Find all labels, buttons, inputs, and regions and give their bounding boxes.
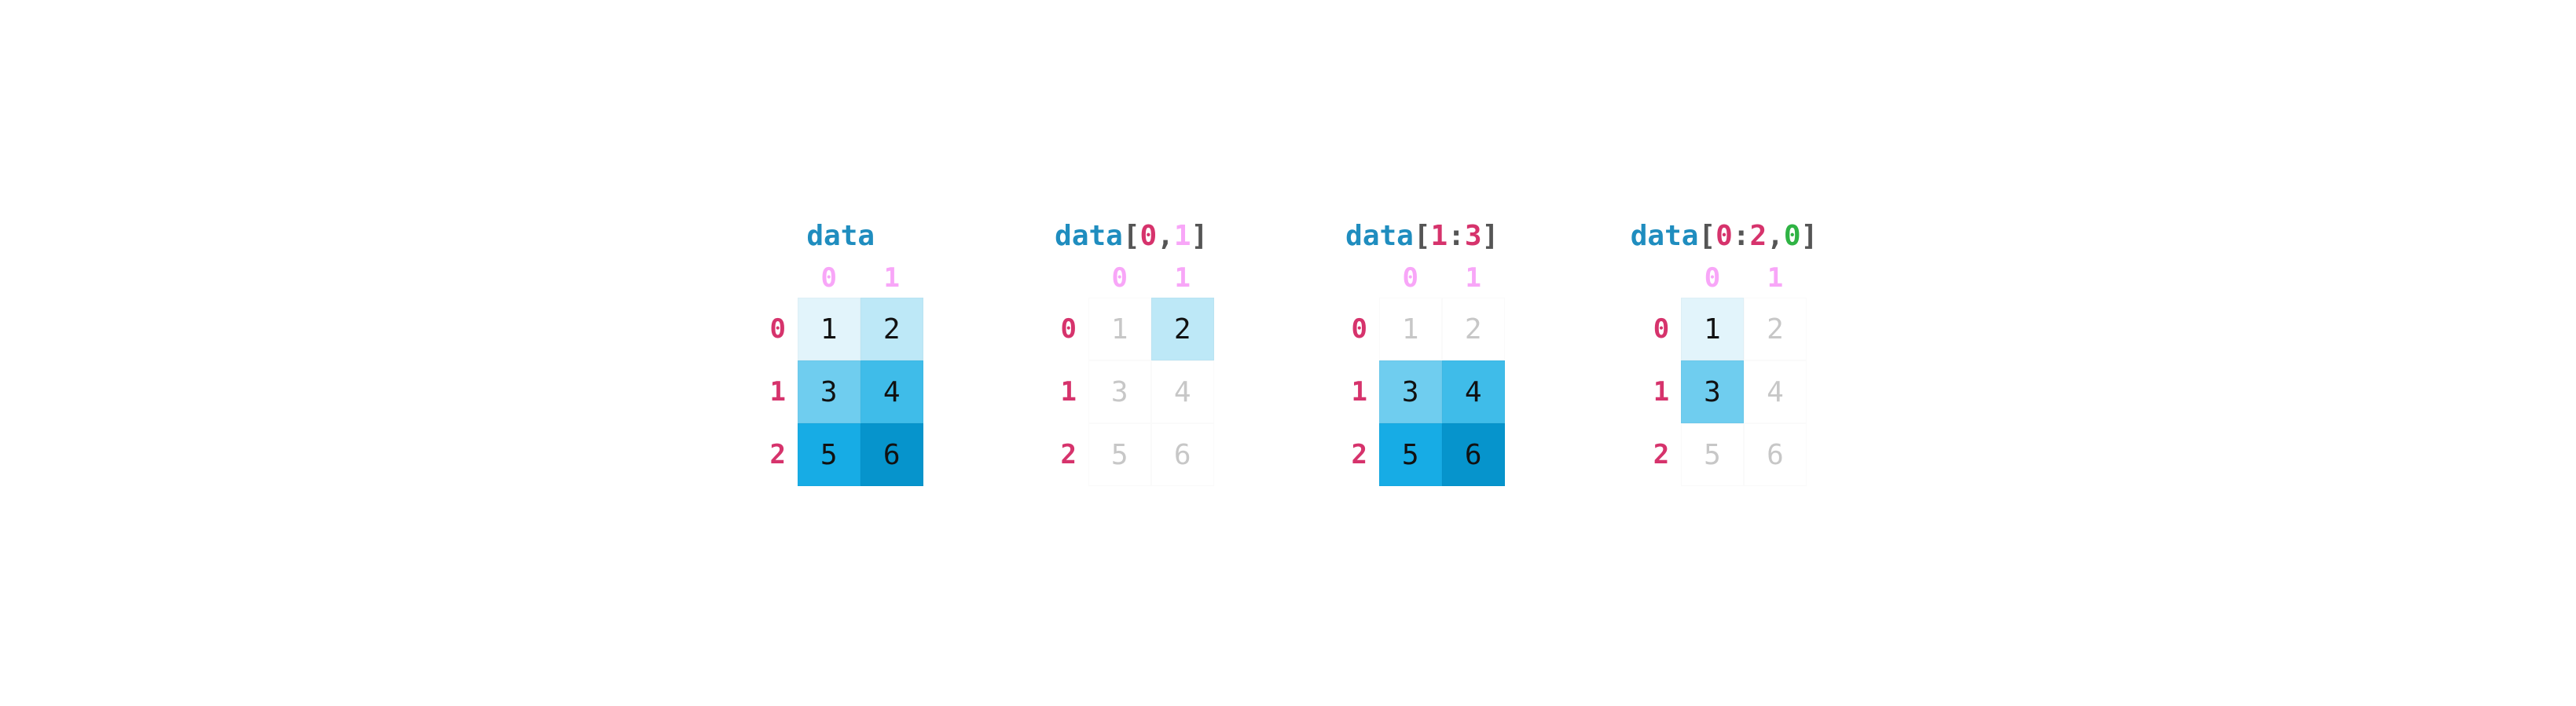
row-label-1: 1 <box>1060 376 1076 408</box>
cell-2-1: 6 <box>1744 423 1807 486</box>
title-token: 1 <box>1174 220 1191 252</box>
title-token: ] <box>1191 220 1209 252</box>
cell-0-0: 1 <box>1681 298 1744 360</box>
cell-2-0: 5 <box>1379 423 1442 486</box>
row-label-1: 1 <box>1351 376 1367 408</box>
row-label-2: 2 <box>1060 439 1076 470</box>
row-label-1: 1 <box>769 376 785 408</box>
grid: 0 1 0 1 2 1 3 4 2 5 6 <box>1642 258 1807 486</box>
col-label-1: 1 <box>1767 262 1783 294</box>
diagram-container: data 0 1 0 1 2 1 3 4 2 5 6 data[0,1] 0 1… <box>758 220 1818 486</box>
cell-1-0: 3 <box>798 360 861 423</box>
panel-title: data <box>806 220 875 252</box>
cell-1-1: 4 <box>861 360 923 423</box>
col-label-0: 0 <box>1402 262 1418 294</box>
row-label-0: 0 <box>1351 313 1367 345</box>
cell-1-1: 4 <box>1151 360 1214 423</box>
panel-data-0-2-0: data[0:2,0] 0 1 0 1 2 1 3 4 2 5 6 <box>1631 220 1818 486</box>
panel-data-1-3: data[1:3] 0 1 0 1 2 1 3 4 2 5 6 <box>1340 220 1505 486</box>
title-token: 2 <box>1750 220 1767 252</box>
row-label-0: 0 <box>1060 313 1076 345</box>
col-label-0: 0 <box>820 262 836 294</box>
panel-title: data[0,1] <box>1055 220 1208 252</box>
row-label-0: 0 <box>769 313 785 345</box>
panel-data-0-1: data[0,1] 0 1 0 1 2 1 3 4 2 5 6 <box>1049 220 1214 486</box>
row-label-2: 2 <box>1653 439 1669 470</box>
cell-1-0: 3 <box>1088 360 1151 423</box>
title-token: 3 <box>1465 220 1482 252</box>
cell-2-0: 5 <box>1088 423 1151 486</box>
title-token: 0 <box>1784 220 1801 252</box>
cell-0-0: 1 <box>1379 298 1442 360</box>
cell-0-1: 2 <box>861 298 923 360</box>
title-token: [ <box>1698 220 1715 252</box>
title-token: data <box>1345 220 1414 252</box>
title-token: , <box>1767 220 1784 252</box>
title-token: : <box>1733 220 1750 252</box>
col-label-1: 1 <box>883 262 899 294</box>
row-label-0: 0 <box>1653 313 1669 345</box>
cell-0-0: 1 <box>798 298 861 360</box>
col-label-0: 0 <box>1111 262 1127 294</box>
row-label-1: 1 <box>1653 376 1669 408</box>
row-label-2: 2 <box>769 439 785 470</box>
grid: 0 1 0 1 2 1 3 4 2 5 6 <box>1340 258 1505 486</box>
title-token: data <box>806 220 875 252</box>
title-token: data <box>1055 220 1123 252</box>
cell-1-0: 3 <box>1681 360 1744 423</box>
grid: 0 1 0 1 2 1 3 4 2 5 6 <box>758 258 923 486</box>
title-token: ] <box>1482 220 1499 252</box>
cell-2-1: 6 <box>861 423 923 486</box>
title-token: 0 <box>1715 220 1733 252</box>
cell-2-0: 5 <box>798 423 861 486</box>
cell-1-1: 4 <box>1744 360 1807 423</box>
cell-0-0: 1 <box>1088 298 1151 360</box>
cell-2-0: 5 <box>1681 423 1744 486</box>
panel-title: data[1:3] <box>1345 220 1499 252</box>
cell-1-1: 4 <box>1442 360 1505 423</box>
title-token: : <box>1448 220 1465 252</box>
title-token: data <box>1631 220 1699 252</box>
col-label-0: 0 <box>1704 262 1720 294</box>
cell-0-1: 2 <box>1151 298 1214 360</box>
title-token: , <box>1157 220 1174 252</box>
title-token: [ <box>1123 220 1140 252</box>
panel-data: data 0 1 0 1 2 1 3 4 2 5 6 <box>758 220 923 486</box>
panel-title: data[0:2,0] <box>1631 220 1818 252</box>
cell-0-1: 2 <box>1744 298 1807 360</box>
cell-0-1: 2 <box>1442 298 1505 360</box>
row-label-2: 2 <box>1351 439 1367 470</box>
col-label-1: 1 <box>1465 262 1481 294</box>
title-token: 0 <box>1140 220 1158 252</box>
grid: 0 1 0 1 2 1 3 4 2 5 6 <box>1049 258 1214 486</box>
cell-2-1: 6 <box>1151 423 1214 486</box>
title-token: 1 <box>1431 220 1448 252</box>
col-label-1: 1 <box>1174 262 1190 294</box>
title-token: [ <box>1414 220 1431 252</box>
cell-2-1: 6 <box>1442 423 1505 486</box>
title-token: ] <box>1801 220 1818 252</box>
cell-1-0: 3 <box>1379 360 1442 423</box>
